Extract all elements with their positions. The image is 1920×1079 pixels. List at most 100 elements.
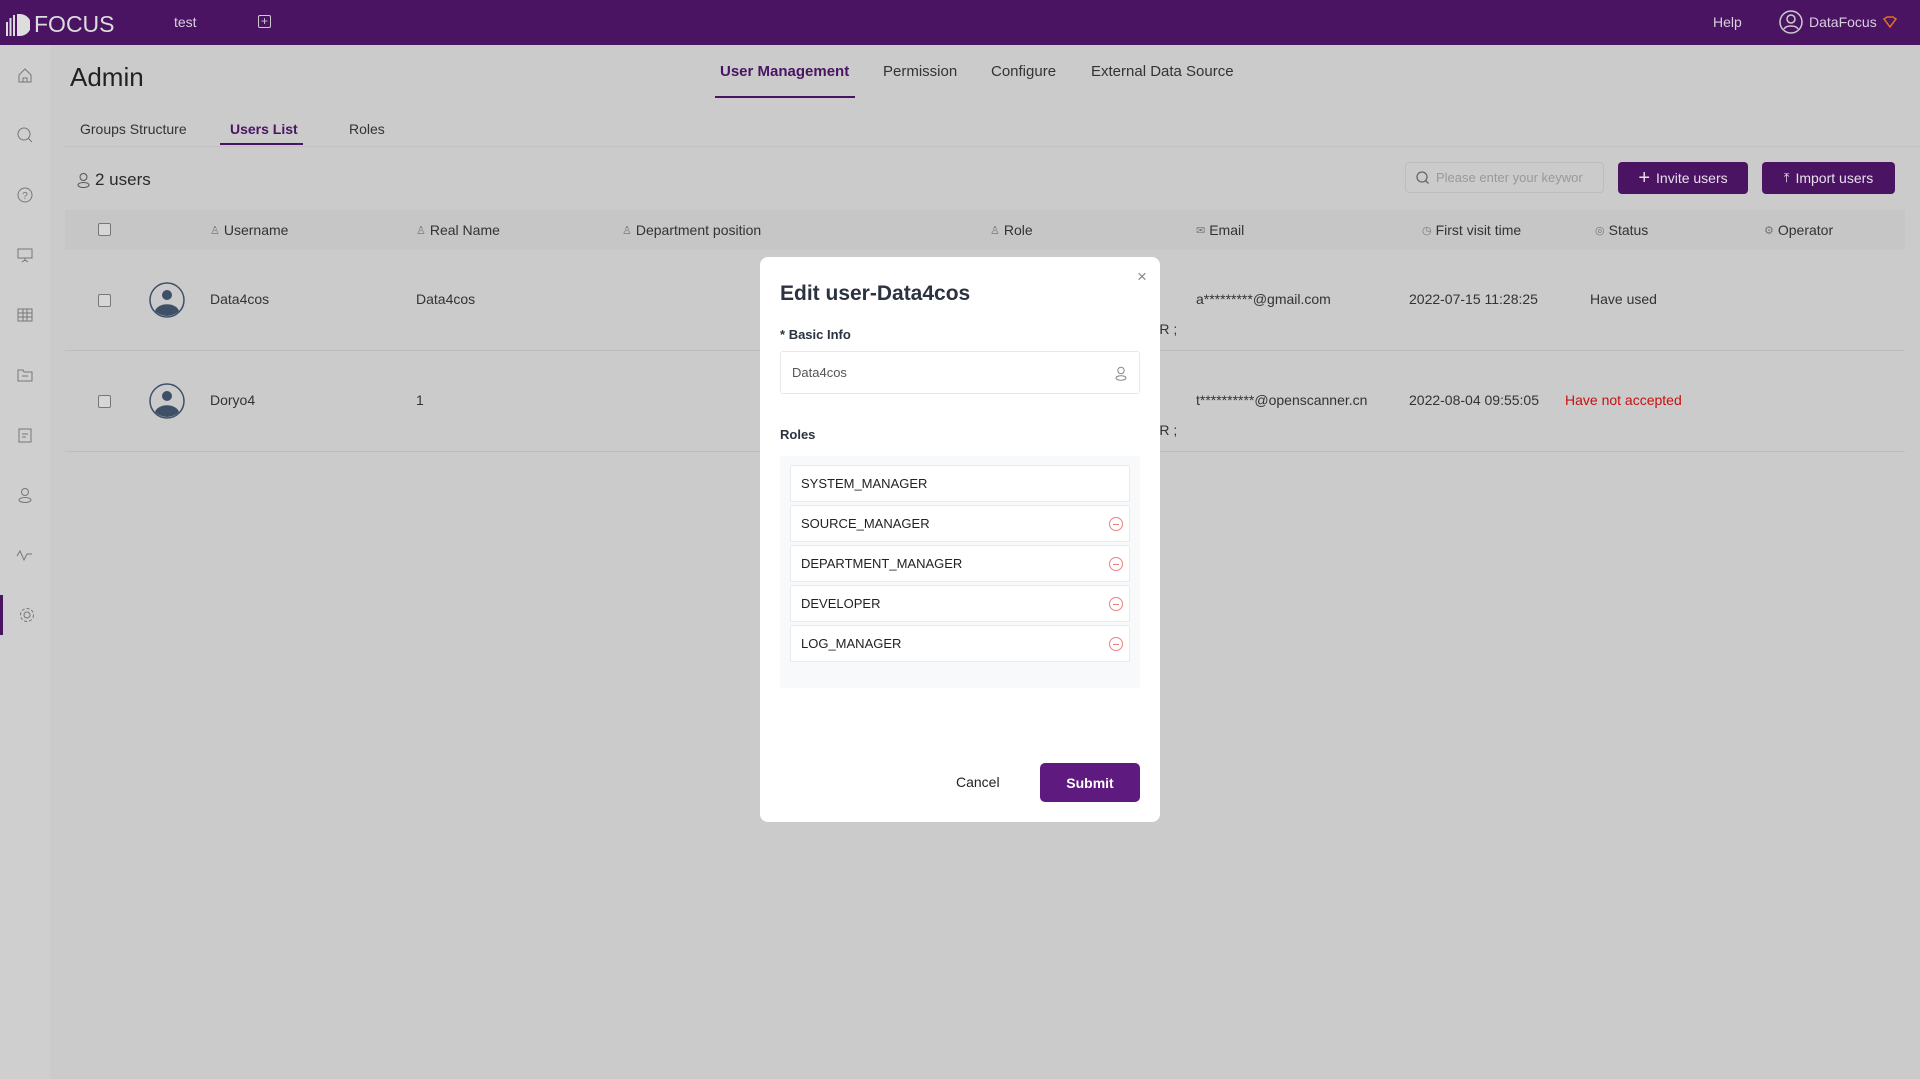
close-icon[interactable]: ×: [1137, 267, 1147, 287]
tab-user-management[interactable]: User Management: [720, 63, 849, 80]
user-icon: ♙: [990, 224, 1000, 237]
tab-permission[interactable]: Permission: [883, 63, 957, 80]
column-header-role[interactable]: ♙ Role: [990, 222, 1033, 238]
row-checkbox[interactable]: [98, 294, 111, 307]
gem-icon: [1882, 16, 1897, 28]
username-field[interactable]: Data4cos: [780, 351, 1140, 394]
sidebar-item-home[interactable]: [0, 55, 50, 95]
user-icon: ♙: [210, 224, 220, 237]
tab-external-data-source[interactable]: External Data Source: [1091, 63, 1234, 80]
svg-text:?: ?: [22, 191, 28, 202]
sidebar-item-user[interactable]: [0, 475, 50, 515]
upload-icon: ⤒: [1783, 170, 1790, 185]
column-header-real-name[interactable]: ♙ Real Name: [416, 222, 500, 238]
username: DataFocus: [1809, 14, 1877, 30]
select-all-checkbox[interactable]: [98, 223, 111, 236]
basic-info-label: * Basic Info: [780, 327, 851, 342]
invite-users-button[interactable]: + Invite users: [1618, 162, 1748, 194]
cell-username: Doryo4: [210, 392, 256, 408]
sidebar-item-folder[interactable]: [0, 355, 50, 395]
top-bar: FOCUS test + Help DataFocus: [0, 0, 1920, 45]
search-input[interactable]: Please enter your keywor: [1405, 162, 1604, 193]
search-icon: [1416, 170, 1429, 184]
folder-icon: [17, 369, 33, 382]
user-icon: ♙: [622, 224, 632, 237]
check-icon: ◎: [1595, 224, 1605, 237]
activity-icon: [16, 549, 32, 562]
user-avatar-icon: [1779, 10, 1803, 34]
sidebar-item-help[interactable]: ?: [0, 175, 50, 215]
modal-title: Edit user-Data4cos: [780, 282, 971, 305]
roles-list: + SYSTEM_MANAGERSOURCE_MANAGERDEPARTMENT…: [780, 456, 1140, 688]
sub-tab-underline: [220, 143, 303, 145]
row-checkbox[interactable]: [98, 395, 111, 408]
logo-text: FOCUS: [34, 11, 115, 37]
cell-first-visit: 2022-07-15 11:28:25: [1409, 291, 1538, 307]
subtab-users-list[interactable]: Users List: [230, 121, 298, 137]
cancel-button[interactable]: Cancel: [956, 774, 1000, 790]
workspace-tab[interactable]: test: [174, 14, 197, 30]
page-title: Admin: [70, 62, 144, 92]
role-item: SYSTEM_MANAGER: [790, 465, 1130, 502]
home-icon: [18, 68, 32, 83]
subtab-roles[interactable]: Roles: [349, 121, 385, 137]
cell-real-name: Data4cos: [416, 291, 476, 307]
help-icon: ?: [17, 187, 33, 203]
sidebar-item-activity[interactable]: [0, 535, 50, 575]
remove-role-icon[interactable]: [1109, 557, 1123, 571]
clipboard-icon: [18, 428, 32, 443]
logo-icon: [6, 13, 30, 36]
cell-status: Have not accepted: [1565, 392, 1682, 408]
cell-first-visit: 2022-08-04 09:55:05: [1409, 392, 1539, 408]
sidebar-item-settings[interactable]: [0, 595, 50, 635]
sidebar-item-search[interactable]: [0, 115, 50, 155]
avatar: [149, 282, 185, 318]
cell-username: Data4cos: [210, 291, 270, 307]
column-header-department-position[interactable]: ♙ Department position: [622, 222, 761, 238]
user-count: 2 users: [77, 170, 151, 190]
column-header-status[interactable]: ◎ Status: [1595, 222, 1648, 238]
remove-role-icon[interactable]: [1109, 597, 1123, 611]
remove-role-icon[interactable]: [1109, 637, 1123, 651]
add-tab-icon[interactable]: +: [258, 15, 271, 28]
cell-real-name: 1: [416, 392, 424, 408]
settings-icon: [19, 608, 34, 622]
avatar: [149, 383, 185, 419]
main-tab-underline: [715, 96, 855, 98]
sidebar-item-table[interactable]: [0, 295, 50, 335]
tab-configure[interactable]: Configure: [991, 63, 1056, 80]
roles-label: Roles: [780, 427, 816, 442]
sidebar-item-presentation[interactable]: [0, 235, 50, 275]
column-header-first-visit-time[interactable]: ◷ First visit time: [1422, 222, 1521, 238]
user-icon: [1115, 366, 1127, 381]
gear-icon: ⚙: [1764, 224, 1774, 237]
search-icon: [17, 127, 33, 143]
table-icon: [17, 308, 33, 322]
cell-status: Have used: [1590, 291, 1657, 307]
column-header-username[interactable]: ♙ Username: [210, 222, 288, 238]
user-menu[interactable]: DataFocus: [1779, 10, 1897, 34]
logo[interactable]: FOCUS: [6, 11, 115, 38]
import-users-button[interactable]: ⤒ Import users: [1762, 162, 1895, 194]
presentation-icon: [17, 248, 33, 263]
role-item: SOURCE_MANAGER: [790, 505, 1130, 542]
mail-icon: ✉: [1196, 224, 1206, 237]
user-icon: [18, 488, 32, 503]
column-header-email[interactable]: ✉ Email: [1196, 222, 1244, 238]
cell-email: a*********@gmail.com: [1196, 291, 1331, 307]
column-header-operator[interactable]: ⚙ Operator: [1764, 222, 1833, 238]
cell-email: t**********@openscanner.cn: [1196, 392, 1368, 408]
divider: [65, 146, 1920, 147]
sidebar-item-clipboard[interactable]: [0, 415, 50, 455]
edit-user-modal: × Edit user-Data4cos * Basic Info Data4c…: [760, 257, 1160, 822]
user-icon: ♙: [416, 224, 426, 237]
submit-button[interactable]: Submit: [1040, 763, 1140, 802]
help-link[interactable]: Help: [1713, 14, 1742, 30]
plus-icon: +: [1638, 167, 1651, 189]
remove-role-icon[interactable]: [1109, 517, 1123, 531]
clock-icon: ◷: [1422, 224, 1432, 237]
subtab-groups-structure[interactable]: Groups Structure: [80, 121, 187, 137]
user-icon: [77, 173, 90, 188]
sidebar: ?: [0, 45, 50, 1079]
role-item: DEVELOPER: [790, 585, 1130, 622]
